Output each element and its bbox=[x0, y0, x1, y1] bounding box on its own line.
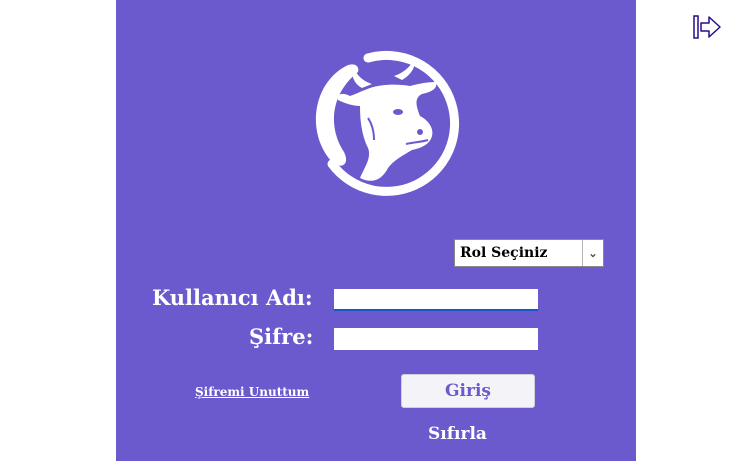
login-panel: Rol Seçiniz ⌄ Kullanıcı Adı: Şifre: Şifr… bbox=[116, 0, 636, 461]
username-field[interactable] bbox=[334, 289, 538, 311]
chevron-down-icon[interactable]: ⌄ bbox=[582, 240, 603, 266]
exit-arrow-icon[interactable] bbox=[692, 12, 722, 42]
login-button[interactable]: Giriş bbox=[401, 374, 535, 408]
reset-button[interactable]: Sıfırla bbox=[428, 424, 487, 444]
cow-head-logo-icon bbox=[315, 50, 460, 196]
forgot-password-link[interactable]: Şifremi Unuttum bbox=[195, 385, 309, 399]
role-select-value: Rol Seçiniz bbox=[460, 245, 548, 261]
password-field[interactable] bbox=[334, 328, 538, 350]
username-label: Kullanıcı Adı: bbox=[152, 285, 313, 310]
password-label: Şifre: bbox=[249, 324, 314, 349]
role-select[interactable]: Rol Seçiniz ⌄ bbox=[454, 239, 604, 267]
